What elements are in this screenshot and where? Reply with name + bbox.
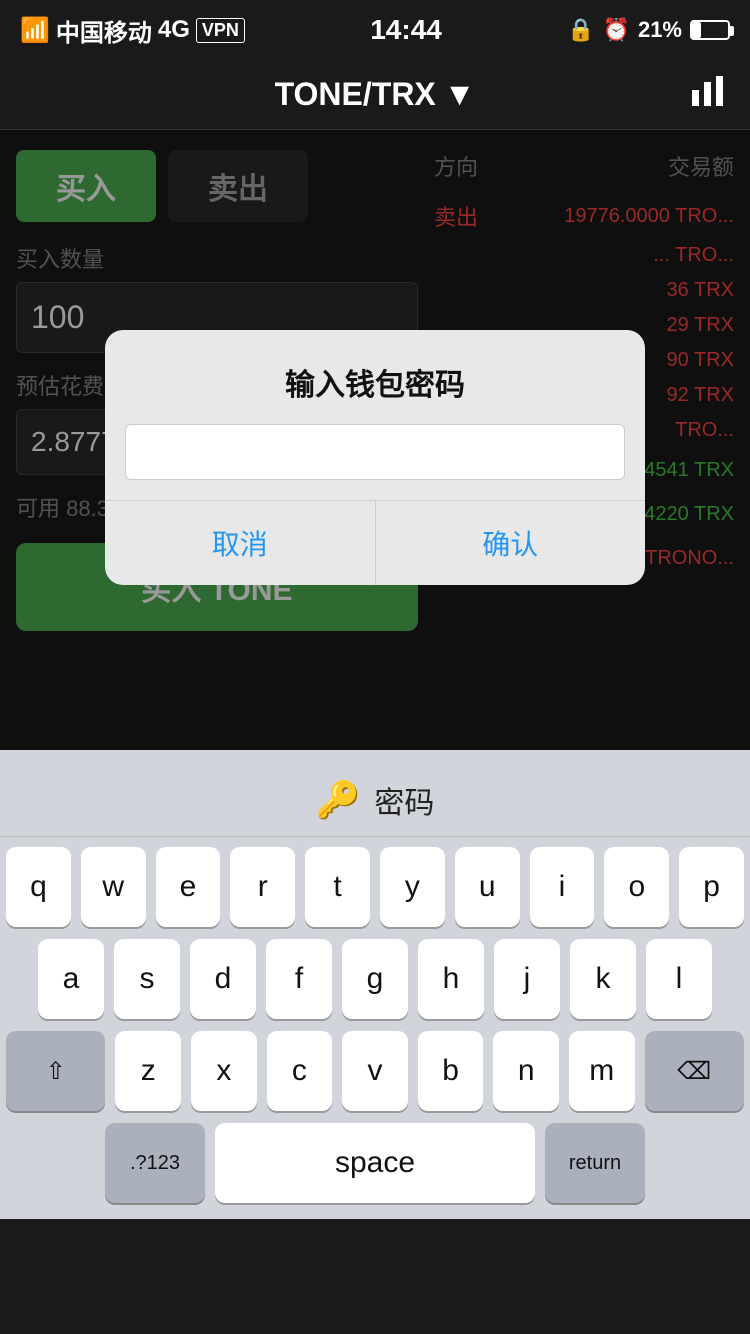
key-n[interactable]: n bbox=[493, 1031, 559, 1111]
key-icon: 🔑 bbox=[316, 779, 361, 821]
hint-label: 密码 bbox=[374, 778, 434, 822]
dialog-title: 输入钱包密码 bbox=[105, 330, 645, 424]
key-c[interactable]: c bbox=[267, 1031, 333, 1111]
battery-percent: 21% bbox=[638, 17, 682, 43]
trade-row: 36 TRX bbox=[434, 273, 734, 308]
key-g[interactable]: g bbox=[342, 939, 408, 1019]
trade-row: ... TRO... bbox=[434, 238, 734, 273]
symbols-key[interactable]: .?123 bbox=[105, 1123, 205, 1203]
key-j[interactable]: j bbox=[494, 939, 560, 1019]
key-b[interactable]: b bbox=[418, 1031, 484, 1111]
app-header: TONE/TRX ▼ bbox=[0, 60, 750, 130]
key-y[interactable]: y bbox=[380, 847, 445, 927]
key-u[interactable]: u bbox=[455, 847, 520, 927]
dialog-buttons: 取消 确认 bbox=[105, 500, 645, 585]
key-l[interactable]: l bbox=[646, 939, 712, 1019]
delete-key[interactable]: ⌫ bbox=[645, 1031, 744, 1111]
keyboard-section: 🔑 密码 q w e r t y u i o p a s d f g h j k… bbox=[0, 750, 750, 1219]
key-row-1: q w e r t y u i o p bbox=[6, 847, 744, 927]
key-h[interactable]: h bbox=[418, 939, 484, 1019]
signal-icon: 📶 bbox=[20, 16, 50, 45]
shift-key[interactable]: ⇧ bbox=[6, 1031, 105, 1111]
keyboard[interactable]: q w e r t y u i o p a s d f g h j k l ⇧ … bbox=[0, 837, 750, 1219]
alarm-icon: ⏰ bbox=[603, 17, 630, 43]
buy-amount-label: 买入数量 bbox=[16, 242, 418, 274]
key-w[interactable]: w bbox=[81, 847, 146, 927]
key-x[interactable]: x bbox=[191, 1031, 257, 1111]
market-title[interactable]: TONE/TRX ▼ bbox=[275, 76, 476, 113]
network-label: 4G bbox=[158, 16, 190, 44]
time-display: 14:44 bbox=[370, 14, 442, 46]
status-bar: 📶 中国移动 4G VPN 14:44 🔒 ⏰ 21% bbox=[0, 0, 750, 60]
cancel-button[interactable]: 取消 bbox=[105, 501, 376, 585]
key-v[interactable]: v bbox=[342, 1031, 408, 1111]
key-o[interactable]: o bbox=[604, 847, 669, 927]
space-key[interactable]: space bbox=[215, 1123, 535, 1203]
key-r[interactable]: r bbox=[230, 847, 295, 927]
key-f[interactable]: f bbox=[266, 939, 332, 1019]
status-left: 📶 中国移动 4G VPN bbox=[20, 13, 245, 48]
key-row-2: a s d f g h j k l bbox=[6, 939, 744, 1019]
chart-icon[interactable] bbox=[690, 76, 726, 114]
trade-row: 卖出 19776.0000 TRO... bbox=[434, 194, 734, 238]
password-input[interactable] bbox=[125, 424, 625, 480]
sell-tab[interactable]: 卖出 bbox=[168, 150, 308, 222]
battery-icon bbox=[690, 20, 730, 40]
trade-tabs: 买入 卖出 bbox=[16, 150, 418, 222]
wallet-password-dialog: 输入钱包密码 取消 确认 bbox=[105, 330, 645, 585]
key-s[interactable]: s bbox=[114, 939, 180, 1019]
key-q[interactable]: q bbox=[6, 847, 71, 927]
dialog-input-wrap bbox=[105, 424, 645, 500]
key-d[interactable]: d bbox=[190, 939, 256, 1019]
dropdown-arrow: ▼ bbox=[444, 76, 476, 113]
return-key[interactable]: return bbox=[545, 1123, 645, 1203]
status-right: 🔒 ⏰ 21% bbox=[567, 17, 730, 43]
key-e[interactable]: e bbox=[156, 847, 221, 927]
key-k[interactable]: k bbox=[570, 939, 636, 1019]
key-a[interactable]: a bbox=[38, 939, 104, 1019]
key-i[interactable]: i bbox=[530, 847, 595, 927]
carrier-label: 中国移动 bbox=[56, 13, 152, 48]
confirm-button[interactable]: 确认 bbox=[376, 501, 646, 585]
trade-list-header: 方向 交易额 bbox=[434, 150, 734, 182]
vpn-badge: VPN bbox=[196, 18, 245, 43]
key-p[interactable]: p bbox=[679, 847, 744, 927]
pair-label: TONE/TRX bbox=[275, 76, 436, 113]
col-amount: 交易额 bbox=[668, 150, 734, 182]
keyboard-hint-bar: 🔑 密码 bbox=[0, 760, 750, 837]
key-z[interactable]: z bbox=[115, 1031, 181, 1111]
col-direction: 方向 bbox=[434, 150, 478, 182]
key-row-bottom: .?123 space return bbox=[6, 1123, 744, 1203]
key-m[interactable]: m bbox=[569, 1031, 635, 1111]
buy-tab[interactable]: 买入 bbox=[16, 150, 156, 222]
key-t[interactable]: t bbox=[305, 847, 370, 927]
lock-icon: 🔒 bbox=[567, 17, 594, 43]
key-row-3: ⇧ z x c v b n m ⌫ bbox=[6, 1031, 744, 1111]
